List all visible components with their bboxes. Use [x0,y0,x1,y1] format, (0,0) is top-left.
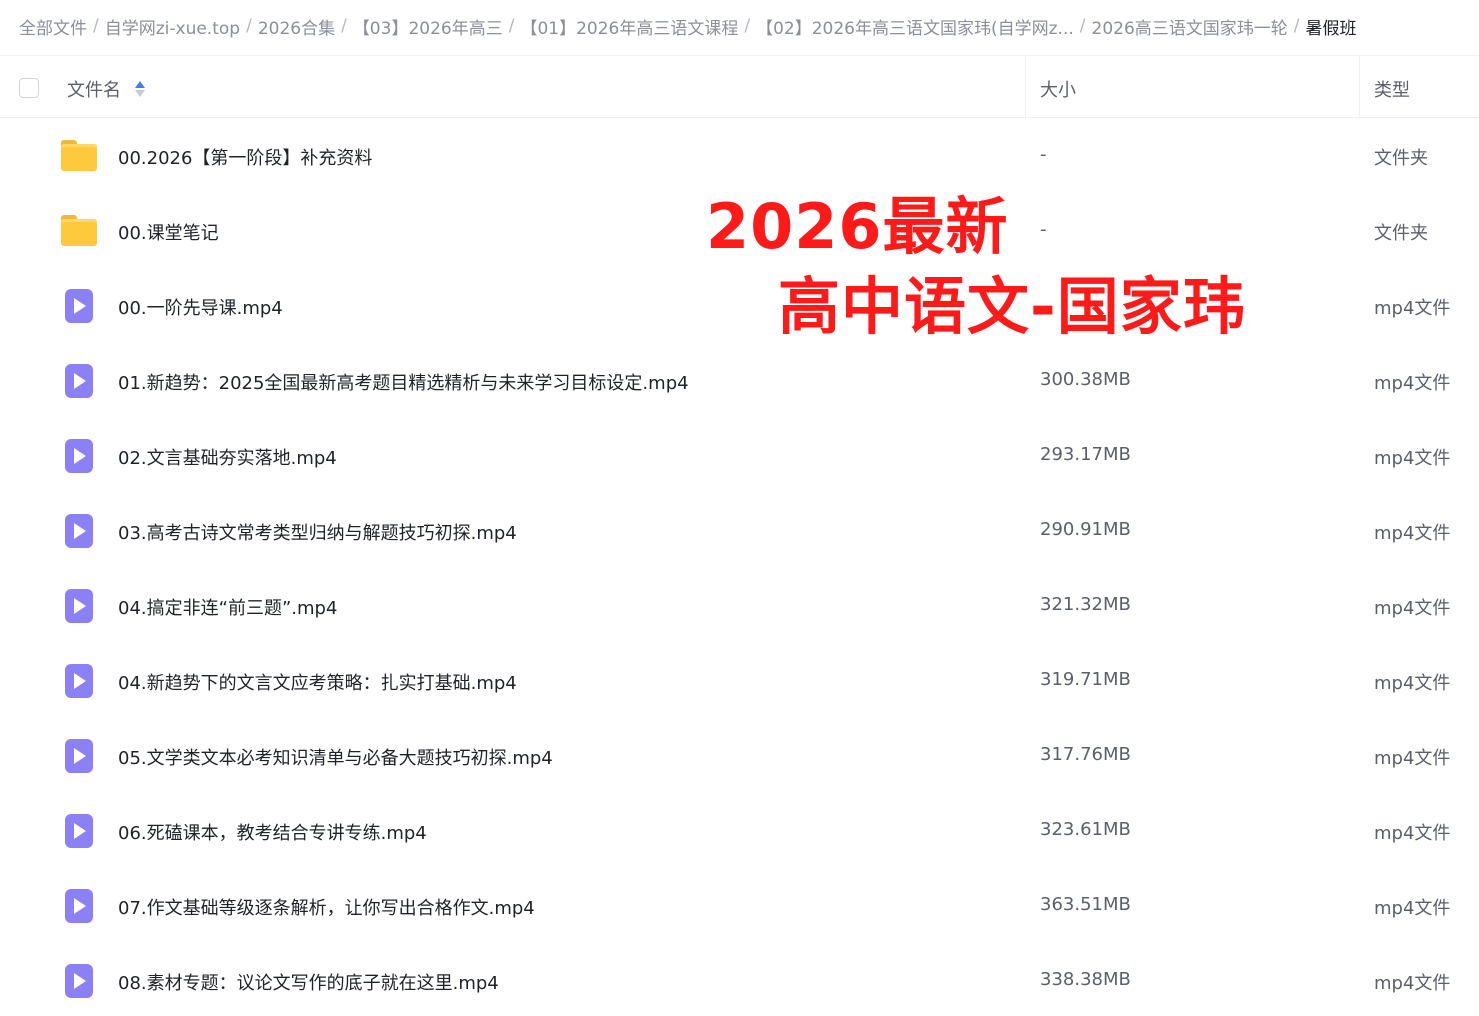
file-type: mp4文件 [1374,523,1451,544]
file-name[interactable]: 06.死磕课本，教考结合专讲专练.mp4 [118,819,427,845]
file-size: 321.32MB [1040,594,1131,615]
file-size: 300.38MB [1040,369,1131,390]
video-icon [60,737,98,775]
table-row[interactable]: 00.一阶先导课.mp4 mp4文件 [0,268,1479,343]
table-row[interactable]: 08.素材专题：议论文写作的底子就在这里.mp4 338.38MB mp4文件 [0,943,1479,1016]
file-type: mp4文件 [1374,298,1451,319]
watermark-line-1: 2026最新 [706,190,1009,263]
video-icon [60,287,98,325]
table-row[interactable]: 07.作文基础等级逐条解析，让你写出合格作文.mp4 363.51MB mp4文件 [0,868,1479,943]
file-size: 323.61MB [1040,819,1131,840]
breadcrumb-item[interactable]: 【03】2026年高三 [353,14,503,39]
file-type: mp4文件 [1374,973,1451,994]
column-header-type[interactable]: 类型 [1374,76,1410,102]
breadcrumb-separator: / [1293,16,1300,36]
column-divider[interactable] [1025,56,1026,119]
video-icon [60,812,98,850]
file-size: 290.91MB [1040,519,1131,540]
watermark-line-2: 高中语文-国家玮 [778,270,1246,343]
video-icon [60,587,98,625]
file-type: 文件夹 [1374,223,1428,244]
breadcrumb: 全部文件 / 自学网zi-xue.top/2026合集 / 【03】2026年高三 / 【0… [19,0,1459,52]
file-type: mp4文件 [1374,448,1451,469]
table-row[interactable]: 01.新趋势：2025全国最新高考题目精选精析与未来学习目标设定.mp4 300.… [0,343,1479,418]
file-type: mp4文件 [1374,598,1451,619]
file-name[interactable]: 04.新趋势下的文言文应考策略：扎实打基础.mp4 [118,669,517,695]
file-size: 363.51MB [1040,894,1131,915]
breadcrumb-separator: / [246,16,252,36]
sort-icon[interactable] [135,80,145,98]
file-type: mp4文件 [1374,373,1451,394]
select-all-checkbox[interactable] [19,78,39,98]
file-name[interactable]: 04.搞定非连“前三题”.mp4 [118,594,337,620]
video-icon [60,512,98,550]
file-name[interactable]: 00.一阶先导课.mp4 [118,294,283,320]
file-size: - [1040,144,1047,165]
file-manager: 全部文件 / 自学网zi-xue.top/2026合集 / 【03】2026年高三 / 【0… [0,0,1479,1016]
video-icon [60,437,98,475]
table-row[interactable]: 02.文言基础夯实落地.mp4 293.17MB mp4文件 [0,418,1479,493]
file-size: 293.17MB [1040,444,1131,465]
breadcrumb-item[interactable]: 【01】2026年高三语文课程 [520,14,738,39]
breadcrumb-item[interactable]: 【02】2026年高三语文国家玮(自学网z... [756,14,1074,39]
table-row[interactable]: 06.死磕课本，教考结合专讲专练.mp4 323.61MB mp4文件 [0,793,1479,868]
file-name[interactable]: 00.2026【第一阶段】补充资料 [118,144,372,170]
folder-icon [60,212,98,250]
file-size: - [1040,219,1047,240]
folder-icon [60,137,98,175]
table-row[interactable]: 05.文学类文本必考知识清单与必备大题技巧初探.mp4 317.76MB mp4文件 [0,718,1479,793]
table-row[interactable]: 04.搞定非连“前三题”.mp4 321.32MB mp4文件 [0,568,1479,643]
breadcrumb-item[interactable]: 全部文件 [19,14,87,39]
column-header-name-label: 文件名 [67,80,121,101]
file-type: 文件夹 [1374,148,1428,169]
file-size: 319.71MB [1040,669,1131,690]
file-type: mp4文件 [1374,898,1451,919]
video-icon [60,887,98,925]
file-name[interactable]: 01.新趋势：2025全国最新高考题目精选精析与未来学习目标设定.mp4 [118,369,689,395]
breadcrumb-item[interactable]: 2026合集 [258,14,335,39]
breadcrumb-separator: / [744,16,751,36]
breadcrumb-item[interactable]: 自学网zi-xue.top [105,14,240,39]
video-icon [60,362,98,400]
table-row[interactable]: 03.高考古诗文常考类型归纳与解题技巧初探.mp4 290.91MB mp4文件 [0,493,1479,568]
file-name[interactable]: 03.高考古诗文常考类型归纳与解题技巧初探.mp4 [118,519,517,545]
file-name[interactable]: 08.素材专题：议论文写作的底子就在这里.mp4 [118,969,499,995]
breadcrumb-item: 暑假班 [1305,18,1357,39]
column-divider[interactable] [1359,56,1360,119]
file-type: mp4文件 [1374,823,1451,844]
file-name[interactable]: 05.文学类文本必考知识清单与必备大题技巧初探.mp4 [118,744,553,770]
breadcrumb-separator: / [508,16,515,36]
breadcrumb-separator: / [93,16,99,36]
file-name[interactable]: 00.课堂笔记 [118,219,219,245]
breadcrumb-separator: / [341,16,347,36]
table-header: 文件名 大小 类型 [0,55,1479,119]
video-icon [60,962,98,1000]
video-icon [60,662,98,700]
file-type: mp4文件 [1374,673,1451,694]
file-name[interactable]: 02.文言基础夯实落地.mp4 [118,444,337,470]
file-size: 338.38MB [1040,969,1131,990]
breadcrumb-separator: / [1079,16,1086,36]
file-size: 317.76MB [1040,744,1131,765]
file-type: mp4文件 [1374,748,1451,769]
breadcrumb-item[interactable]: 2026高三语文国家玮一轮 [1092,14,1288,39]
column-header-size[interactable]: 大小 [1040,76,1076,102]
column-header-name[interactable]: 文件名 [67,76,145,102]
file-name[interactable]: 07.作文基础等级逐条解析，让你写出合格作文.mp4 [118,894,535,920]
table-row[interactable]: 04.新趋势下的文言文应考策略：扎实打基础.mp4 319.71MB mp4文件 [0,643,1479,718]
